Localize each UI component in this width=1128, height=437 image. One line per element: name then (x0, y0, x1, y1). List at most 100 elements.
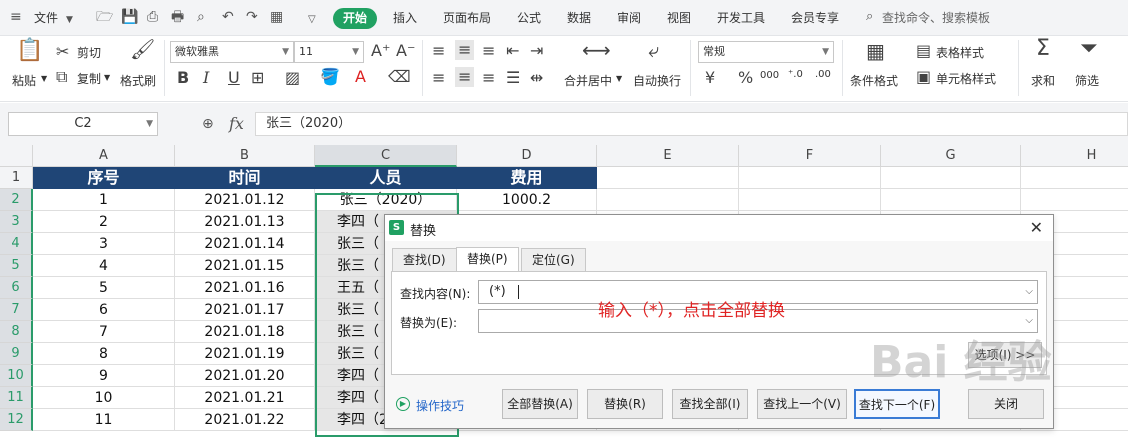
replace-all-button[interactable]: 全部替换(A) (502, 389, 578, 419)
tab-view[interactable]: 视图 (667, 9, 691, 26)
comma-style-icon[interactable]: 000 (760, 70, 779, 81)
tab-find[interactable]: 查找(D) (392, 248, 457, 271)
cell-seq[interactable]: 11 (33, 409, 175, 431)
name-box[interactable]: C2 ▼ (8, 112, 158, 136)
justify-icon[interactable]: ☰ (506, 69, 520, 87)
column-header-f[interactable]: F (739, 145, 881, 167)
border-icon[interactable]: ⊞ (251, 69, 264, 87)
table-header-cell[interactable]: 费用 (457, 167, 597, 189)
find-icon[interactable]: ⌕ (197, 9, 205, 25)
row-header[interactable]: 9 (0, 343, 33, 365)
distribute-icon[interactable]: ⇹ (530, 69, 543, 87)
column-header-g[interactable]: G (881, 145, 1021, 167)
currency-icon[interactable]: ¥ (705, 69, 715, 87)
decrease-decimal-icon[interactable]: .00 (815, 69, 831, 80)
empty-cell[interactable] (597, 189, 739, 211)
replace-button[interactable]: 替换(R) (587, 389, 663, 419)
tab-formulas[interactable]: 公式 (517, 9, 541, 26)
tab-start[interactable]: 开始 (333, 8, 377, 29)
row-header[interactable]: 1 (0, 167, 33, 189)
column-header-h[interactable]: H (1021, 145, 1128, 167)
row-header[interactable]: 4 (0, 233, 33, 255)
fx-icon[interactable]: fx (229, 114, 244, 133)
row-header[interactable]: 6 (0, 277, 33, 299)
empty-cell[interactable] (1021, 189, 1128, 211)
cell-date[interactable]: 2021.01.17 (175, 299, 315, 321)
paste-button[interactable]: 粘贴 (12, 72, 36, 89)
column-header-a[interactable]: A (33, 145, 175, 167)
align-right-icon[interactable]: ≡ (482, 69, 495, 87)
wrap-text-button[interactable]: 自动换行 (633, 72, 681, 89)
align-center-icon[interactable]: ≡ (455, 67, 475, 87)
formula-input[interactable]: 张三（2020） (255, 112, 1128, 136)
hamburger-menu-icon[interactable]: ≡ (10, 9, 22, 25)
empty-cell[interactable] (881, 167, 1021, 189)
cell-seq[interactable]: 5 (33, 277, 175, 299)
cell-date[interactable]: 2021.01.22 (175, 409, 315, 431)
merge-center-button[interactable]: 合并居中 (564, 72, 612, 89)
tab-goto[interactable]: 定位(G) (521, 248, 586, 271)
open-folder-icon[interactable]: 🗁 (96, 9, 113, 25)
chevron-down-icon[interactable]: ⌵ (1025, 281, 1033, 303)
row-header[interactable]: 10 (0, 365, 33, 387)
cell-date[interactable]: 2021.01.21 (175, 387, 315, 409)
table-icon[interactable]: ▦ (270, 9, 283, 25)
cell-date[interactable]: 2021.01.13 (175, 211, 315, 233)
row-header[interactable]: 11 (0, 387, 33, 409)
paste-chevron-icon[interactable]: ▼ (41, 74, 47, 83)
close-icon[interactable]: ✕ (1030, 218, 1043, 237)
fill-color-icon[interactable]: 🪣 (320, 68, 340, 86)
cell-date[interactable]: 2021.01.19 (175, 343, 315, 365)
cell-seq[interactable]: 8 (33, 343, 175, 365)
cell-seq[interactable]: 3 (33, 233, 175, 255)
filter-button[interactable]: 筛选 (1075, 72, 1099, 89)
cell-seq[interactable]: 4 (33, 255, 175, 277)
print-icon[interactable]: 🖶 (171, 9, 184, 25)
number-format-select[interactable]: 常规 ▼ (698, 41, 834, 63)
tab-replace[interactable]: 替换(P) (456, 247, 519, 272)
sum-button[interactable]: 求和 (1031, 72, 1055, 89)
italic-icon[interactable]: I (203, 69, 209, 87)
print-preview-icon[interactable]: ⎙ (147, 9, 158, 25)
row-header[interactable]: 7 (0, 299, 33, 321)
decrease-font-icon[interactable]: A⁻ (396, 42, 415, 60)
empty-cell[interactable] (597, 167, 739, 189)
column-header-c[interactable]: C (315, 145, 457, 167)
tab-insert[interactable]: 插入 (393, 9, 417, 26)
cell-seq[interactable]: 9 (33, 365, 175, 387)
cell-seq[interactable]: 1 (33, 189, 175, 211)
row-header[interactable]: 12 (0, 409, 33, 431)
row-header[interactable]: 2 (0, 189, 33, 211)
chevron-down-icon[interactable]: ▼ (66, 12, 73, 28)
cell-seq[interactable]: 10 (33, 387, 175, 409)
column-header-d[interactable]: D (457, 145, 597, 167)
conditional-format-button[interactable]: 条件格式 (850, 72, 898, 89)
cell-date[interactable]: 2021.01.15 (175, 255, 315, 277)
indent-decrease-icon[interactable]: ⇤ (506, 42, 519, 60)
cell-seq[interactable]: 2 (33, 211, 175, 233)
paste-icon[interactable]: 📋 (16, 40, 43, 62)
cell-seq[interactable]: 7 (33, 321, 175, 343)
align-top-icon[interactable]: ≡ (432, 42, 445, 60)
increase-font-icon[interactable]: A⁺ (371, 42, 390, 60)
redo-icon[interactable]: ↷ (246, 9, 258, 25)
column-header-b[interactable]: B (175, 145, 315, 167)
find-all-button[interactable]: 查找全部(I) (672, 389, 748, 419)
save-icon[interactable]: 💾 (121, 9, 138, 25)
align-bottom-icon[interactable]: ≡ (482, 42, 495, 60)
cell-person[interactable]: 张三（2020） (315, 189, 457, 211)
empty-cell[interactable] (1021, 167, 1128, 189)
clear-icon[interactable]: ⌫ (388, 68, 411, 86)
cell-seq[interactable]: 6 (33, 299, 175, 321)
increase-decimal-icon[interactable]: ⁺.0 (788, 69, 803, 80)
row-header[interactable]: 3 (0, 211, 33, 233)
find-previous-button[interactable]: 查找上一个(V) (757, 389, 847, 419)
row-header[interactable]: 5 (0, 255, 33, 277)
cell-date[interactable]: 2021.01.14 (175, 233, 315, 255)
indent-increase-icon[interactable]: ⇥ (530, 42, 543, 60)
align-left-icon[interactable]: ≡ (432, 69, 445, 87)
dialog-titlebar[interactable]: S 替换 ✕ (385, 215, 1053, 241)
more-chevron-icon[interactable]: ▽ (308, 12, 316, 28)
row-header[interactable]: 8 (0, 321, 33, 343)
select-all-corner[interactable] (0, 145, 33, 167)
